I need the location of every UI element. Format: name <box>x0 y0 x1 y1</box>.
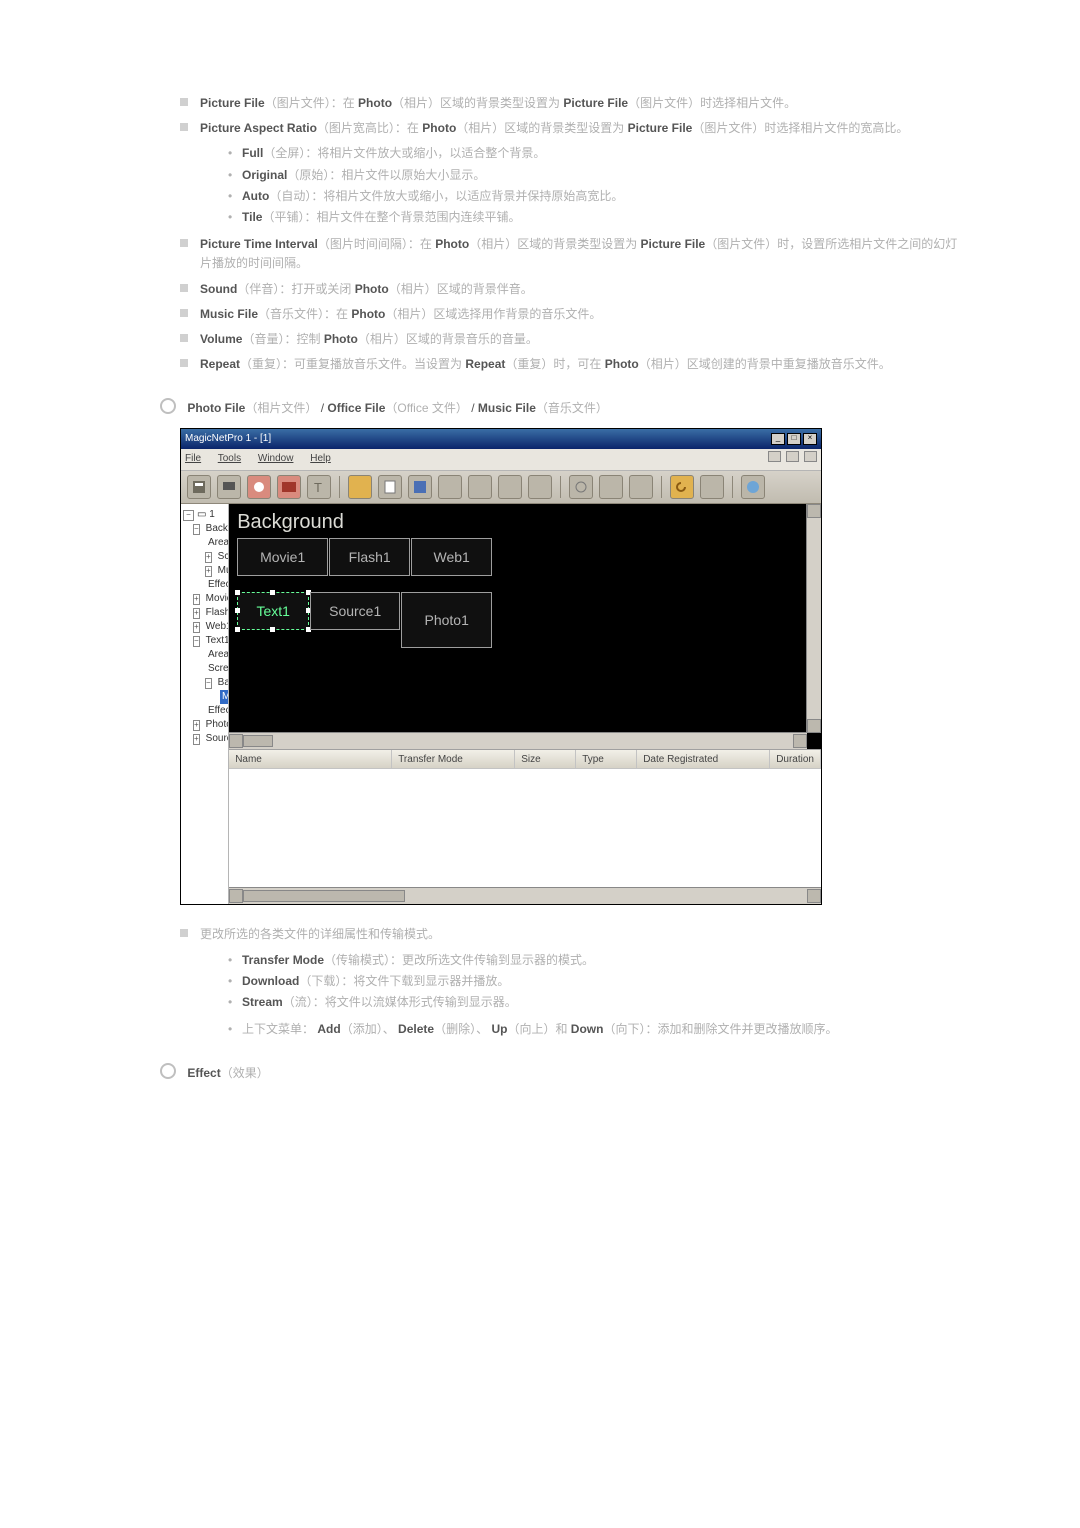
magicnetpro-window: MagicNetPro 1 - [1] _ □ × File Tools Win… <box>180 428 822 905</box>
change-props-item: 更改所选的各类文件的详细属性和传输模式。 <box>180 925 960 944</box>
tool-monitor-icon[interactable] <box>217 475 241 499</box>
maximize-icon[interactable]: □ <box>787 433 801 445</box>
close-icon[interactable]: × <box>803 433 817 445</box>
stage-horizontal-scrollbar[interactable] <box>229 732 807 749</box>
col-name[interactable]: Name <box>229 750 392 768</box>
col-size[interactable]: Size <box>515 750 576 768</box>
tool-new-icon[interactable] <box>378 475 402 499</box>
tool-cal-icon[interactable] <box>528 475 552 499</box>
grid-body[interactable] <box>229 769 821 887</box>
effect-section-header: Effect（效果） <box>160 1063 1040 1083</box>
tool-page2-icon[interactable] <box>468 475 492 499</box>
transfer-sublist: Transfer Mode（传输模式）：更改所选文件传输到显示器的模式。 Dow… <box>180 951 968 1013</box>
tree-collapse-icon[interactable]: − <box>183 510 194 521</box>
picture-file-item: Picture File（图片文件）：在 Photo（相片）区域的背景类型设置为… <box>180 94 960 113</box>
region-photo[interactable]: Photo1 <box>401 592 492 648</box>
window-title: MagicNetPro 1 - [1] <box>185 431 271 447</box>
tool-text-icon[interactable]: T <box>307 475 331 499</box>
window-titlebar[interactable]: MagicNetPro 1 - [1] _ □ × <box>181 429 821 449</box>
section-disc-icon <box>160 398 176 414</box>
tool-page-icon[interactable] <box>438 475 462 499</box>
tool-copy-icon[interactable] <box>599 475 623 499</box>
region-movie[interactable]: Movie1 <box>237 538 328 576</box>
files-section-header: Photo File（相片文件） / Office File（Office 文件… <box>160 398 1040 418</box>
doc-min-icon[interactable] <box>768 451 781 462</box>
col-type[interactable]: Type <box>576 750 637 768</box>
stage-vertical-scrollbar[interactable] <box>806 504 821 733</box>
transfer-mode: Transfer Mode（传输模式）：更改所选文件传输到显示器的模式。 <box>228 951 968 970</box>
menu-help[interactable]: Help <box>310 453 331 464</box>
menu-tools[interactable]: Tools <box>218 453 241 464</box>
tool-clock-icon[interactable] <box>569 475 593 499</box>
minimize-icon[interactable]: _ <box>771 433 785 445</box>
tool-undo-icon[interactable] <box>670 475 694 499</box>
file-grid[interactable]: Name Transfer Mode Size Type Date Regist… <box>229 749 821 904</box>
tool-flag-icon[interactable] <box>277 475 301 499</box>
transfer-stream: Stream（流）：将文件以流媒体形式传输到显示器。 <box>228 993 968 1012</box>
aspect-ratio-item: Picture Aspect Ratio（图片宽高比）：在 Photo（相片）区… <box>180 119 960 138</box>
tree-selected[interactable]: Music File <box>220 690 229 704</box>
aspect-full: Full（全屏）：将相片文件放大或缩小，以适合整个背景。 <box>228 144 968 163</box>
stage-title: Background <box>229 504 807 538</box>
section-disc-icon <box>160 1063 176 1079</box>
tool-help-icon[interactable] <box>741 475 765 499</box>
col-transfer-mode[interactable]: Transfer Mode <box>392 750 515 768</box>
repeat-item: Repeat（重复）：可重复播放音乐文件。当设置为 Repeat（重复）时，可在… <box>180 355 960 374</box>
context-menu-item: 上下文菜单： Add（添加）、 Delete（删除）、 Up（向上）和 Down… <box>180 1020 968 1039</box>
time-interval-item: Picture Time Interval（图片时间间隔）：在 Photo（相片… <box>180 235 960 273</box>
tree-background[interactable]: Background <box>206 522 230 536</box>
grid-horizontal-scrollbar[interactable] <box>229 887 821 904</box>
region-source[interactable]: Source1 <box>310 592 400 630</box>
svg-text:T: T <box>314 480 322 494</box>
doc-restore-icon[interactable] <box>786 451 799 462</box>
transfer-download: Download（下载）：将文件下载到显示器并播放。 <box>228 972 968 991</box>
doc-close-icon[interactable] <box>804 451 817 462</box>
tool-layout-icon[interactable] <box>187 475 211 499</box>
tool-zoom-icon[interactable] <box>498 475 522 499</box>
menu-window[interactable]: Window <box>258 453 294 464</box>
grid-header: Name Transfer Mode Size Type Date Regist… <box>229 750 821 769</box>
col-duration[interactable]: Duration <box>770 750 821 768</box>
aspect-ratio-sublist: Full（全屏）：将相片文件放大或缩小，以适合整个背景。 Original（原始… <box>180 144 968 227</box>
region-web[interactable]: Web1 <box>411 538 492 576</box>
aspect-tile: Tile（平铺）：相片文件在整个背景范围内连续平铺。 <box>228 208 968 227</box>
tree-panel[interactable]: −▭ 1 −Background Area +Screen +Music Eff… <box>181 504 229 904</box>
col-date-registered[interactable]: Date Registrated <box>637 750 770 768</box>
region-text[interactable]: Text1 <box>237 592 309 630</box>
tool-globe-icon[interactable] <box>247 475 271 499</box>
menu-file[interactable]: File <box>185 453 201 464</box>
region-flash[interactable]: Flash1 <box>329 538 410 576</box>
tool-paste-icon[interactable] <box>629 475 653 499</box>
menubar: File Tools Window Help <box>181 449 821 471</box>
aspect-original: Original（原始）：相片文件以原始大小显示。 <box>228 166 968 185</box>
tool-save-icon[interactable] <box>408 475 432 499</box>
aspect-auto: Auto（自动）：将相片文件放大或缩小，以适应背景并保持原始高宽比。 <box>228 187 968 206</box>
music-file-item: Music File（音乐文件）：在 Photo（相片）区域选择用作背景的音乐文… <box>180 305 960 324</box>
layout-stage[interactable]: Background Movie1 Flash1 Web1 Text1 Sour… <box>229 504 821 749</box>
tool-star-icon[interactable] <box>348 475 372 499</box>
toolbar: T <box>181 471 821 504</box>
picture-file-label: Picture File <box>200 96 265 110</box>
tool-redo-icon[interactable] <box>700 475 724 499</box>
volume-item: Volume（音量）：控制 Photo（相片）区域的背景音乐的音量。 <box>180 330 960 349</box>
sound-item: Sound（伴音）：打开或关闭 Photo（相片）区域的背景伴音。 <box>180 280 960 299</box>
